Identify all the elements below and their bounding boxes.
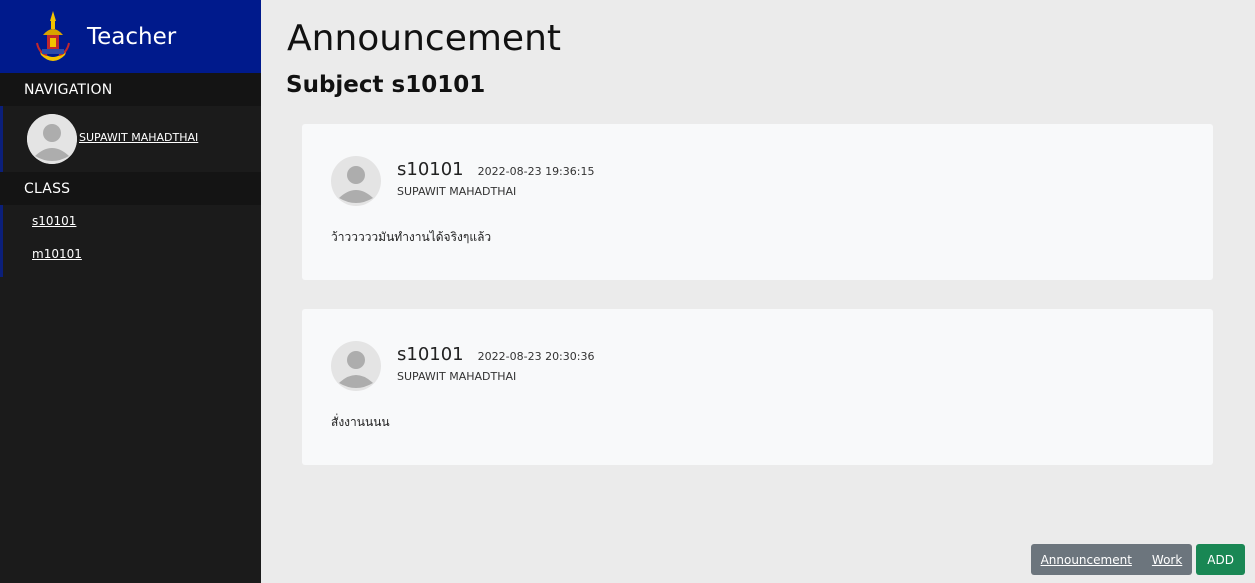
card-header: s10101 2022-08-23 20:30:36 SUPAWIT MAHAD… [331,341,594,391]
brand-bar: Teacher [0,0,261,73]
class-list: s10101 m10101 [0,205,261,277]
class-header: CLASS [0,172,261,205]
school-logo-icon [36,10,70,61]
class-link-s10101[interactable]: s10101 [3,209,261,242]
brand-title: Teacher [87,23,177,50]
announcement-link[interactable]: Announcement [1041,553,1132,567]
class-link-m10101[interactable]: m10101 [3,242,261,275]
section-link-group: Announcement Work [1030,544,1193,575]
card-timestamp: 2022-08-23 20:30:36 [477,350,595,363]
sidebar-user[interactable]: SUPAWIT MAHADTHAI [0,106,261,172]
user-avatar-icon [331,156,381,206]
add-button[interactable]: ADD [1196,544,1245,575]
card-subject-code: s10101 [397,159,464,180]
card-title-line: s10101 2022-08-23 20:30:36 [397,344,594,365]
main-content: Announcement Subject s10101 s10101 2022-… [261,0,1255,583]
card-body: สั่งงานนนน [331,415,390,429]
card-body: ว้าวววววมันทำงานได้จริงๆแล้ว [331,230,492,244]
user-avatar-icon [331,341,381,391]
navigation-header: NAVIGATION [0,73,261,106]
avatar [27,114,77,164]
page-title: Announcement [287,18,562,59]
user-name-link[interactable]: SUPAWIT MAHADTHAI [79,131,198,144]
card-author: SUPAWIT MAHADTHAI [397,185,517,198]
card-title-line: s10101 2022-08-23 19:36:15 [397,159,594,180]
card-meta: s10101 2022-08-23 19:36:15 SUPAWIT MAHAD… [397,159,594,206]
subject-title: Subject s10101 [286,72,486,98]
work-link[interactable]: Work [1152,553,1182,567]
announcement-card: s10101 2022-08-23 20:30:36 SUPAWIT MAHAD… [302,309,1213,465]
card-author: SUPAWIT MAHADTHAI [397,370,517,383]
card-header: s10101 2022-08-23 19:36:15 SUPAWIT MAHAD… [331,156,594,206]
card-meta: s10101 2022-08-23 20:30:36 SUPAWIT MAHAD… [397,344,594,391]
user-avatar-icon [27,114,77,164]
sidebar: Teacher NAVIGATION SUPAWIT MAHADTHAI CLA… [0,0,261,583]
announcement-card: s10101 2022-08-23 19:36:15 SUPAWIT MAHAD… [302,124,1213,280]
card-subject-code: s10101 [397,344,464,365]
bottom-action-bar: Announcement Work ADD [1030,544,1245,575]
card-timestamp: 2022-08-23 19:36:15 [477,165,595,178]
